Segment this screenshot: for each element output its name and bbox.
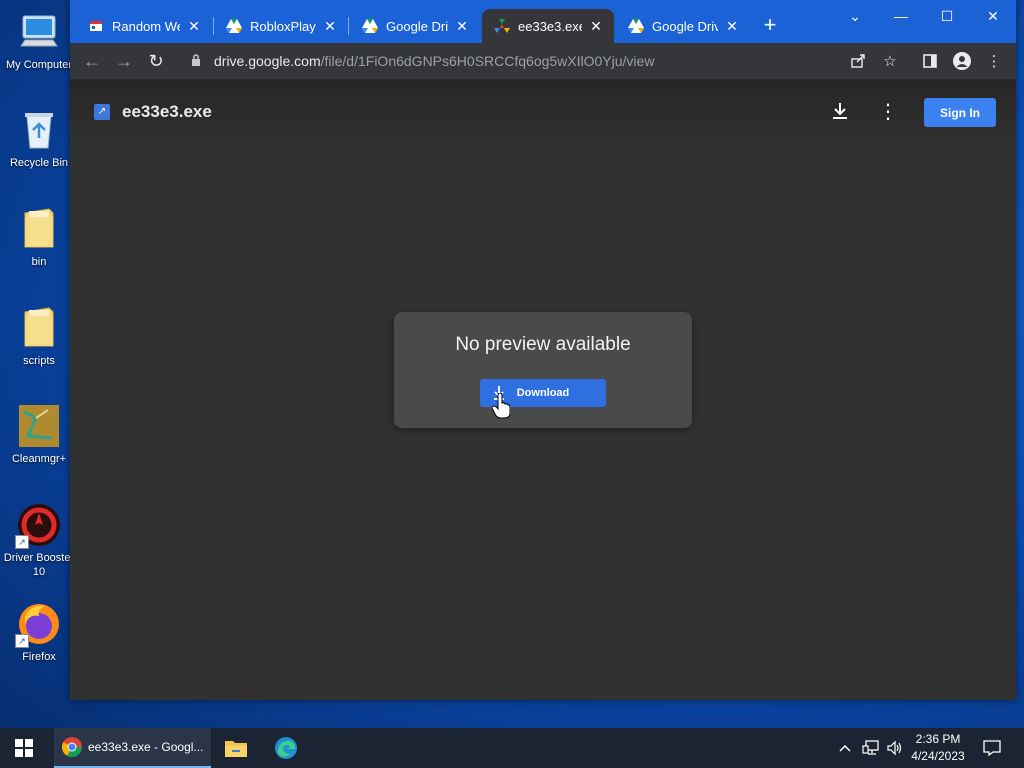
- close-tab-icon[interactable]: ✕: [588, 18, 604, 35]
- tab-random-web[interactable]: Random Web ✕: [76, 9, 212, 43]
- minimize-button[interactable]: —: [878, 0, 924, 32]
- desktop-icon-my-computer[interactable]: My Computer: [0, 10, 78, 72]
- show-hidden-icons-chevron-icon[interactable]: [838, 728, 852, 768]
- download-icon[interactable]: [828, 99, 852, 123]
- clock-date: 4/24/2023: [911, 749, 965, 763]
- desktop-icon-bin[interactable]: bin: [0, 207, 78, 269]
- desktop-icon-recycle-bin[interactable]: Recycle Bin: [0, 108, 78, 170]
- start-button[interactable]: [0, 728, 48, 768]
- close-tab-icon[interactable]: ✕: [322, 18, 338, 35]
- download-label: Download: [516, 387, 570, 399]
- tab-ee33e3-exe[interactable]: ee33e3.exe - ✕: [482, 9, 614, 43]
- system-clock[interactable]: 2:36 PM 4/24/2023: [905, 731, 971, 765]
- folder-icon: [17, 207, 61, 251]
- forward-arrow-icon[interactable]: →: [112, 49, 136, 73]
- tab-strip: Random Web ✕ RobloxPlayer ✕ Google Drive…: [70, 0, 1016, 43]
- tab-separator: [348, 17, 349, 35]
- exe-file-icon: ↗: [94, 104, 110, 120]
- more-menu-icon[interactable]: ⋮: [982, 49, 1006, 73]
- notification-center-icon[interactable]: [980, 728, 1004, 768]
- maximize-button[interactable]: ☐: [924, 0, 970, 32]
- google-drive-icon: [628, 18, 644, 34]
- close-tab-icon[interactable]: ✕: [186, 18, 202, 35]
- tab-title: Google Drive: [652, 18, 718, 34]
- computer-icon: [17, 10, 61, 54]
- desktop-icon-label: Driver Booster 10: [3, 552, 75, 578]
- taskbar-chrome-window[interactable]: ee33e3.exe - Googl...: [54, 728, 211, 768]
- desktop-icon-scripts[interactable]: scripts: [0, 306, 78, 368]
- back-arrow-icon[interactable]: ←: [80, 49, 104, 73]
- tab-title: Google Drive: [386, 18, 448, 34]
- close-tab-icon[interactable]: ✕: [724, 18, 740, 35]
- file-explorer-icon: [225, 741, 247, 757]
- windows-logo-icon: [15, 739, 33, 757]
- tab-title: RobloxPlayer: [250, 18, 316, 34]
- desktop-icon-label: Recycle Bin: [9, 157, 69, 169]
- tab-google-drive-1[interactable]: Google Drive ✕: [350, 9, 480, 43]
- more-options-icon[interactable]: ⋮: [876, 99, 900, 123]
- sign-in-button[interactable]: Sign In: [924, 98, 996, 127]
- desktop-icon-label: Cleanmgr+: [11, 453, 67, 465]
- google-drive-icon: [226, 18, 242, 34]
- desktop-icon-label: Firefox: [22, 651, 56, 663]
- edge-icon: [275, 737, 297, 759]
- shortcut-arrow-icon: ↗: [15, 634, 29, 648]
- url-path: /file/d/1FiOn6dGNPs6H0SRCCfq6og5wXIlO0Yj…: [320, 53, 655, 69]
- tab-title: Random Web: [112, 18, 180, 34]
- desktop-icon-label: scripts: [23, 355, 55, 367]
- close-tab-icon[interactable]: ✕: [454, 18, 470, 35]
- bookmark-star-icon[interactable]: ☆: [878, 49, 902, 73]
- reload-icon[interactable]: ↻: [144, 49, 168, 73]
- google-drive-icon: [494, 18, 510, 34]
- chrome-window: Random Web ✕ RobloxPlayer ✕ Google Drive…: [70, 0, 1016, 700]
- desktop-icon-label: My Computer: [5, 59, 73, 71]
- hand-cursor-icon: [492, 393, 510, 419]
- page-icon: [88, 18, 104, 34]
- file-name: ee33e3.exe: [122, 102, 212, 121]
- no-preview-message: No preview available: [455, 334, 631, 355]
- no-preview-card: No preview available Download: [394, 312, 692, 428]
- profile-avatar-icon[interactable]: [950, 49, 974, 73]
- side-panel-icon[interactable]: [918, 49, 942, 73]
- driver-booster-icon: ↗: [15, 503, 61, 549]
- viewer-header: ↗ ee33e3.exe ⋮ Sign In: [70, 79, 1016, 143]
- chrome-icon: [62, 737, 82, 757]
- tab-google-drive-2[interactable]: Google Drive ✕: [616, 9, 750, 43]
- firefox-icon: ↗: [15, 602, 61, 648]
- clock-time: 2:36 PM: [915, 732, 961, 746]
- drive-viewer: ↗ ee33e3.exe ⋮ Sign In No preview availa…: [70, 79, 1016, 700]
- new-tab-button[interactable]: +: [758, 14, 782, 36]
- desktop-icons: My Computer Recycle Bin bin scripts Clea…: [0, 0, 80, 720]
- folder-icon: [17, 306, 61, 350]
- taskbar: ee33e3.exe - Googl... 2:36 PM 4/24/2023: [0, 728, 1024, 768]
- desktop-icon-firefox[interactable]: ↗ Firefox: [0, 602, 78, 664]
- taskbar-window-label: ee33e3.exe - Googl...: [88, 740, 204, 754]
- browser-toolbar: ← → ↻ drive.google.com/file/d/1FiOn6dGNP…: [70, 43, 1016, 79]
- url-host: drive.google.com: [214, 53, 321, 69]
- cleanmgr-icon: [17, 404, 61, 448]
- desktop-icon-label: bin: [31, 256, 47, 268]
- tab-search-icon[interactable]: ⌄: [832, 0, 878, 32]
- desktop-icon-cleanmgr[interactable]: Cleanmgr+: [0, 404, 78, 466]
- share-icon[interactable]: [846, 49, 870, 73]
- network-icon[interactable]: [862, 728, 880, 768]
- taskbar-file-explorer[interactable]: [222, 728, 250, 768]
- lock-icon[interactable]: [188, 53, 204, 69]
- taskbar-edge[interactable]: [272, 728, 300, 768]
- recycle-bin-icon: [17, 108, 61, 152]
- desktop-icon-driver-booster[interactable]: ↗ Driver Booster 10: [0, 503, 78, 579]
- close-window-button[interactable]: ✕: [970, 0, 1016, 32]
- tab-title: ee33e3.exe -: [518, 18, 582, 34]
- shortcut-arrow-icon: ↗: [15, 535, 29, 549]
- tab-roblox-player[interactable]: RobloxPlayer ✕: [214, 9, 348, 43]
- volume-icon[interactable]: [886, 728, 902, 768]
- google-drive-icon: [362, 18, 378, 34]
